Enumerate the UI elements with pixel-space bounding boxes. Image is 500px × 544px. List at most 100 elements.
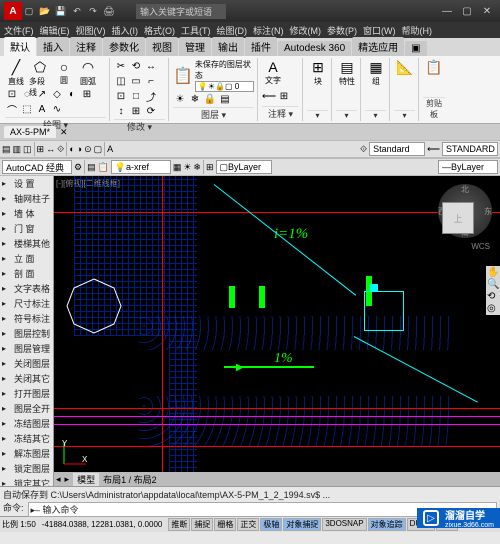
tool-icon[interactable]: ⟐ [57,144,64,155]
draw-icon[interactable]: ◐ [65,87,79,101]
side-item[interactable]: ▸锁定其它 [0,476,53,486]
draw-icon[interactable]: A [35,102,49,116]
side-item[interactable]: ▸剖 面 [0,266,53,281]
modify-icon[interactable]: ⊞ [129,104,143,118]
draw-icon[interactable]: ◇ [50,87,64,101]
textstyle-dropdown[interactable]: Standard [369,142,425,156]
status-toggle[interactable]: 捕捉 [191,518,213,531]
status-toggle[interactable]: 正交 [237,518,259,531]
draw-button[interactable]: ⬠多段线 [29,59,51,87]
draw-icon[interactable]: ⌒ [5,102,19,116]
side-item[interactable]: ▸门 窗 [0,221,53,236]
tool-icon[interactable]: ▢ [94,144,103,155]
draw-icon[interactable]: ⊞ [80,87,94,101]
tool-icon[interactable]: A [107,144,113,154]
tool-icon[interactable]: 📋 [98,162,109,173]
ribbon-tab[interactable]: 插件 [245,37,277,56]
menu-item[interactable]: 帮助(H) [402,24,433,37]
side-item[interactable]: ▸冻结其它 [0,431,53,446]
draw-button[interactable]: ╱直线 [5,59,27,87]
modify-icon[interactable]: □ [129,89,143,103]
side-item[interactable]: ▸立 面 [0,251,53,266]
ribbon-tab[interactable]: 精选应用 [352,37,404,56]
draw-icon[interactable]: ↗ [35,87,49,101]
ribbon-tab[interactable]: 输出 [212,37,244,56]
side-item[interactable]: ▸图层管理 [0,341,53,356]
color-dropdown[interactable]: ▢ ByLayer [216,160,272,174]
modify-icon[interactable]: ◫ [114,74,128,88]
help-search[interactable]: 输入关键字或短语 [136,4,226,19]
new-tab-icon[interactable]: ✕ [60,127,68,138]
side-item[interactable]: ▸设 置 [0,176,53,191]
modify-icon[interactable]: ⊡ [114,89,128,103]
menu-item[interactable]: 绘图(D) [217,24,248,37]
tool-icon[interactable]: ▥ [13,144,22,155]
wheel-icon[interactable]: ◎ [487,303,499,314]
status-toggle[interactable]: 3DOSNAP [322,518,366,531]
status-toggle[interactable]: 推断 [168,518,190,531]
status-toggle[interactable]: 对象追踪 [368,518,406,531]
tab-nav-icon[interactable]: ◂ [56,474,61,485]
menu-item[interactable]: 插入(I) [112,24,139,37]
side-item[interactable]: ▸冻结图层 [0,416,53,431]
zoom-icon[interactable]: 🔍 [487,279,499,290]
ribbon-tab[interactable]: 注释 [70,37,102,56]
status-toggle[interactable]: 栅格 [214,518,236,531]
side-item[interactable]: ▸符号标注 [0,311,53,326]
group-button[interactable]: ▦组 [365,59,387,87]
gear-icon[interactable]: ⚙ [74,162,82,173]
modify-icon[interactable]: ⌐ [144,74,158,88]
panel-label[interactable]: 修改 ▾ [114,119,165,133]
tab-nav-icon[interactable]: ▸ [65,474,70,485]
util-button[interactable]: 📐 [394,59,416,87]
navigation-compass[interactable]: 北 东 南 西 上 [438,184,492,238]
block-button[interactable]: ⊞块 [307,59,329,87]
save-icon[interactable]: 💾 [54,4,68,18]
undo-icon[interactable]: ↶ [70,4,84,18]
ribbon-tab[interactable]: 视图 [146,37,178,56]
side-item[interactable]: ▸关闭图层 [0,356,53,371]
modify-icon[interactable]: ▭ [129,74,143,88]
tool-icon[interactable]: ❄ [193,162,201,173]
side-item[interactable]: ▸尺寸标注 [0,296,53,311]
tool-icon[interactable]: ⊞ [206,162,214,173]
scale-display[interactable]: 比例 1:50 [2,519,36,530]
side-item[interactable]: ▸锁定图层 [0,461,53,476]
modify-icon[interactable]: ↕ [114,104,128,118]
ribbon-tab[interactable]: ▣ [405,41,426,56]
pan-icon[interactable]: ✋ [487,267,499,278]
side-item[interactable]: ▸轴网柱子 [0,191,53,206]
dimstyle-dropdown[interactable]: STANDARD [442,142,498,156]
tool-icon[interactable]: ↔ [46,144,55,154]
tool-icon[interactable]: ▦ [173,162,182,173]
drawing-canvas[interactable]: [-][俯视][二维线框] i=1% 1% ▶ 北 东 南 [54,176,500,486]
layout-tab[interactable]: 布局1 / 布局2 [103,473,157,486]
viewcube[interactable]: 上 [442,202,474,234]
dimstyle-icon[interactable]: ⟵ [427,144,440,155]
tool-icon[interactable]: ⊞ [37,144,45,155]
open-icon[interactable]: 📂 [38,4,52,18]
modify-icon[interactable]: ✂ [114,59,128,73]
draw-button[interactable]: ◠圆弧 [77,59,99,87]
menu-item[interactable]: 工具(T) [181,24,211,37]
tool-icon[interactable]: ⊙ [84,144,92,155]
side-item[interactable]: ▸图层全开 [0,401,53,416]
annoscale-icon[interactable]: ⟐ [360,144,367,155]
app-logo[interactable]: A [4,2,22,20]
menu-item[interactable]: 修改(M) [290,24,322,37]
side-item[interactable]: ▸解冻图层 [0,446,53,461]
tool-icon[interactable]: ◐ [69,144,74,154]
menu-item[interactable]: 视图(V) [76,24,106,37]
dim-icon[interactable]: ⟵ [262,89,276,103]
side-item[interactable]: ▸关闭其它 [0,371,53,386]
redo-icon[interactable]: ↷ [86,4,100,18]
side-item[interactable]: ▸图层控制 [0,326,53,341]
linetype-dropdown[interactable]: — ByLayer [438,160,498,174]
draw-button[interactable]: ○圆 [53,59,75,87]
draw-icon[interactable]: ◌ [20,87,34,101]
layer-icon[interactable]: ☀ [173,92,187,106]
side-item[interactable]: ▸文字表格 [0,281,53,296]
menu-item[interactable]: 格式(O) [144,24,175,37]
draw-icon[interactable]: ⬚ [20,102,34,116]
ribbon-tab[interactable]: 插入 [37,37,69,56]
